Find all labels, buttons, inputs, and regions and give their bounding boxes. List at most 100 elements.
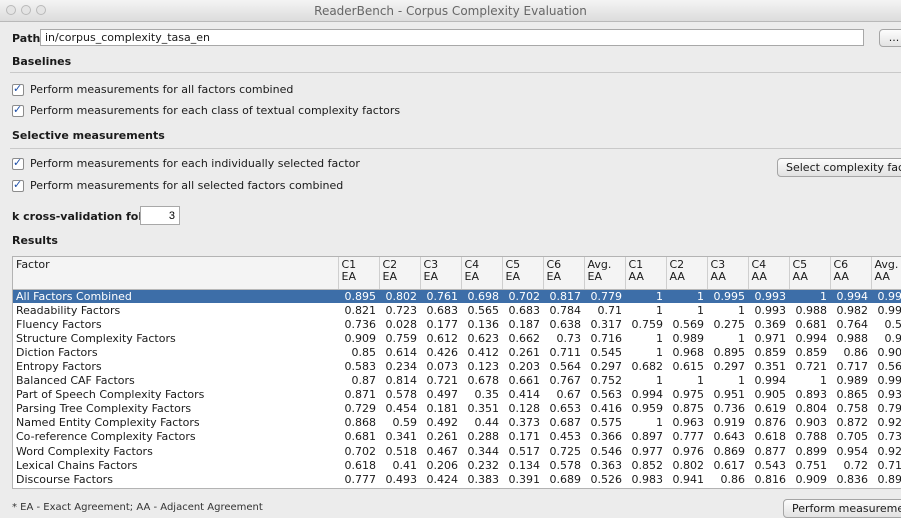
- checked-checkbox-icon[interactable]: [12, 84, 24, 96]
- value-cell: 1: [707, 331, 748, 345]
- value-cell: 1: [666, 289, 707, 303]
- value-cell: 0.681: [338, 430, 379, 444]
- value-cell: 0.872: [830, 416, 871, 430]
- table-row[interactable]: Fluency Factors0.7360.0280.1770.1360.187…: [13, 317, 901, 331]
- column-header[interactable]: Avg.AA: [871, 257, 901, 289]
- value-cell: 0.994: [789, 331, 830, 345]
- checked-checkbox-icon[interactable]: [12, 158, 24, 170]
- column-header[interactable]: C5EA: [502, 257, 543, 289]
- value-cell: 0.41: [379, 458, 420, 472]
- value-cell: 0.467: [420, 444, 461, 458]
- checked-checkbox-icon[interactable]: [12, 180, 24, 192]
- value-cell: 0.134: [502, 458, 543, 472]
- value-cell: 0.752: [584, 374, 625, 388]
- value-cell: 0.909: [338, 331, 379, 345]
- value-cell: 0.989: [830, 374, 871, 388]
- table-row[interactable]: Part of Speech Complexity Factors0.8710.…: [13, 388, 901, 402]
- value-cell: 0.206: [420, 458, 461, 472]
- value-cell: 0.232: [461, 458, 502, 472]
- value-cell: 0.907: [871, 345, 901, 359]
- selected-factors-combined-option[interactable]: Perform measurements for all selected fa…: [12, 178, 343, 193]
- column-header[interactable]: C3EA: [420, 257, 461, 289]
- folds-input[interactable]: [140, 206, 180, 225]
- factor-cell: Lexical Chains Factors: [13, 458, 338, 472]
- value-cell: 0.941: [666, 472, 707, 486]
- table-row[interactable]: Discourse Factors0.7770.4930.4240.3830.3…: [13, 472, 901, 486]
- value-cell: 1: [666, 374, 707, 388]
- column-header[interactable]: C1AA: [625, 257, 666, 289]
- value-cell: 0.959: [625, 402, 666, 416]
- value-cell: 0.351: [748, 359, 789, 373]
- table-row[interactable]: Readability Factors0.8210.7230.6830.5650…: [13, 303, 901, 317]
- column-header[interactable]: C4EA: [461, 257, 502, 289]
- value-cell: 0.59: [379, 416, 420, 430]
- value-cell: 0.678: [461, 374, 502, 388]
- value-cell: 0.87: [338, 374, 379, 388]
- table-row[interactable]: Parsing Tree Complexity Factors0.7290.45…: [13, 402, 901, 416]
- value-cell: 0.44: [461, 416, 502, 430]
- column-header[interactable]: C4AA: [748, 257, 789, 289]
- each-selected-factor-option[interactable]: Perform measurements for each individual…: [12, 156, 360, 171]
- value-cell: 0.363: [584, 458, 625, 472]
- path-input[interactable]: [40, 29, 864, 46]
- table-row[interactable]: Structure Complexity Factors0.9090.7590.…: [13, 331, 901, 345]
- table-row[interactable]: Co-reference Complexity Factors0.6810.34…: [13, 430, 901, 444]
- value-cell: 0.518: [379, 444, 420, 458]
- value-cell: 1: [666, 303, 707, 317]
- value-cell: 0.234: [379, 359, 420, 373]
- column-header[interactable]: C2EA: [379, 257, 420, 289]
- browse-button[interactable]: ...: [879, 29, 901, 47]
- value-cell: 0.689: [543, 472, 584, 486]
- column-header[interactable]: C2AA: [666, 257, 707, 289]
- perform-measurements-button[interactable]: Perform measurements: [783, 499, 901, 518]
- value-cell: 0.702: [338, 444, 379, 458]
- value-cell: 0.341: [379, 430, 420, 444]
- factor-cell: All Factors Combined: [13, 289, 338, 303]
- value-cell: 0.662: [502, 331, 543, 345]
- table-row[interactable]: All Factors Combined0.8950.8020.7610.698…: [13, 289, 901, 303]
- select-complexity-factors-button[interactable]: Select complexity factors: [777, 158, 901, 177]
- each-class-option[interactable]: Perform measurements for each class of t…: [12, 103, 400, 118]
- value-cell: 0.416: [584, 402, 625, 416]
- value-cell: 0.86: [830, 345, 871, 359]
- value-cell: 0.975: [666, 388, 707, 402]
- value-cell: 0.683: [420, 303, 461, 317]
- value-cell: 0.569: [666, 317, 707, 331]
- column-header[interactable]: Factor: [13, 257, 338, 289]
- column-header[interactable]: C1EA: [338, 257, 379, 289]
- table-row[interactable]: Word Complexity Factors0.7020.5180.4670.…: [13, 444, 901, 458]
- value-cell: 1: [625, 345, 666, 359]
- column-header[interactable]: C6AA: [830, 257, 871, 289]
- column-header[interactable]: Avg.EA: [584, 257, 625, 289]
- value-cell: 0.578: [379, 388, 420, 402]
- option-label: Perform measurements for each individual…: [30, 157, 360, 170]
- value-cell: 0.72: [830, 458, 871, 472]
- table-row[interactable]: Entropy Factors0.5830.2340.0730.1230.203…: [13, 359, 901, 373]
- column-header-line2: EA: [342, 271, 376, 283]
- value-cell: 0.877: [748, 444, 789, 458]
- value-cell: 0.997: [871, 289, 901, 303]
- value-cell: 0.383: [461, 472, 502, 486]
- table-row[interactable]: Lexical Chains Factors0.6180.410.2060.23…: [13, 458, 901, 472]
- column-header[interactable]: C3AA: [707, 257, 748, 289]
- value-cell: 0.994: [830, 289, 871, 303]
- value-cell: 0.614: [379, 345, 420, 359]
- option-label: Perform measurements for all selected fa…: [30, 179, 343, 192]
- value-cell: 0.869: [707, 444, 748, 458]
- table-row[interactable]: Named Entity Complexity Factors0.8680.59…: [13, 416, 901, 430]
- value-cell: 0.994: [625, 388, 666, 402]
- column-header[interactable]: C6EA: [543, 257, 584, 289]
- all-factors-combined-option[interactable]: Perform measurements for all factors com…: [12, 82, 293, 97]
- value-cell: 0.779: [584, 289, 625, 303]
- value-cell: 0.989: [666, 331, 707, 345]
- column-header[interactable]: C5AA: [789, 257, 830, 289]
- value-cell: 0.028: [379, 317, 420, 331]
- factor-cell: Diction Factors: [13, 345, 338, 359]
- value-cell: 0.517: [502, 444, 543, 458]
- value-cell: 0.997: [871, 374, 901, 388]
- table-row[interactable]: Diction Factors0.850.6140.4260.4120.2610…: [13, 345, 901, 359]
- checked-checkbox-icon[interactable]: [12, 105, 24, 117]
- table-row[interactable]: Balanced CAF Factors0.870.8140.7210.6780…: [13, 374, 901, 388]
- results-table[interactable]: FactorC1EAC2EAC3EAC4EAC5EAC6EAAvg.EAC1AA…: [12, 256, 901, 489]
- column-header-line2: AA: [793, 271, 827, 283]
